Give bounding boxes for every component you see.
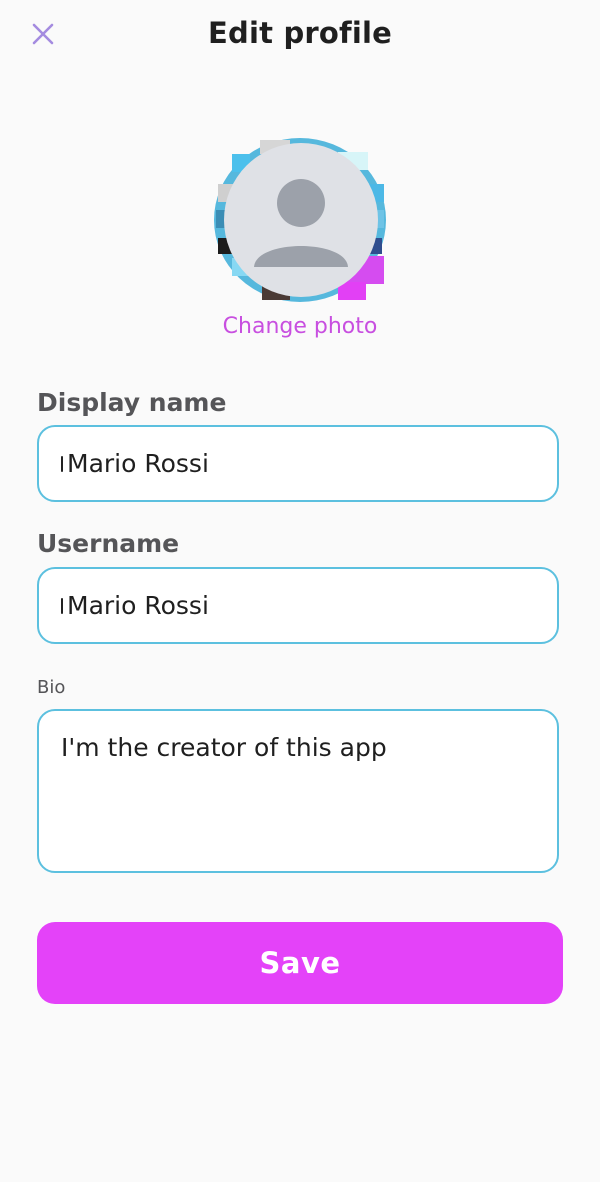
bio-value: I'm the creator of this app: [61, 733, 387, 762]
change-photo-link[interactable]: Change photo: [0, 314, 600, 339]
username-value: Mario Rossi: [67, 591, 209, 620]
username-field[interactable]: Mario Rossi: [37, 567, 559, 644]
save-button[interactable]: Save: [37, 922, 563, 1004]
text-caret: [61, 597, 63, 614]
display-name-field[interactable]: Mario Rossi: [37, 425, 559, 502]
avatar[interactable]: [214, 138, 386, 302]
edit-profile-screen: Edit profile Change photo Display name M…: [0, 0, 600, 1182]
header: Edit profile: [0, 0, 600, 72]
display-name-label: Display name: [37, 388, 227, 417]
page-title: Edit profile: [207, 16, 393, 50]
bio-field[interactable]: I'm the creator of this app: [37, 709, 559, 873]
bio-label: Bio: [37, 677, 66, 698]
text-caret: [61, 455, 63, 472]
display-name-value: Mario Rossi: [67, 449, 209, 478]
user-placeholder-icon: [224, 143, 378, 297]
username-label: Username: [37, 529, 180, 558]
